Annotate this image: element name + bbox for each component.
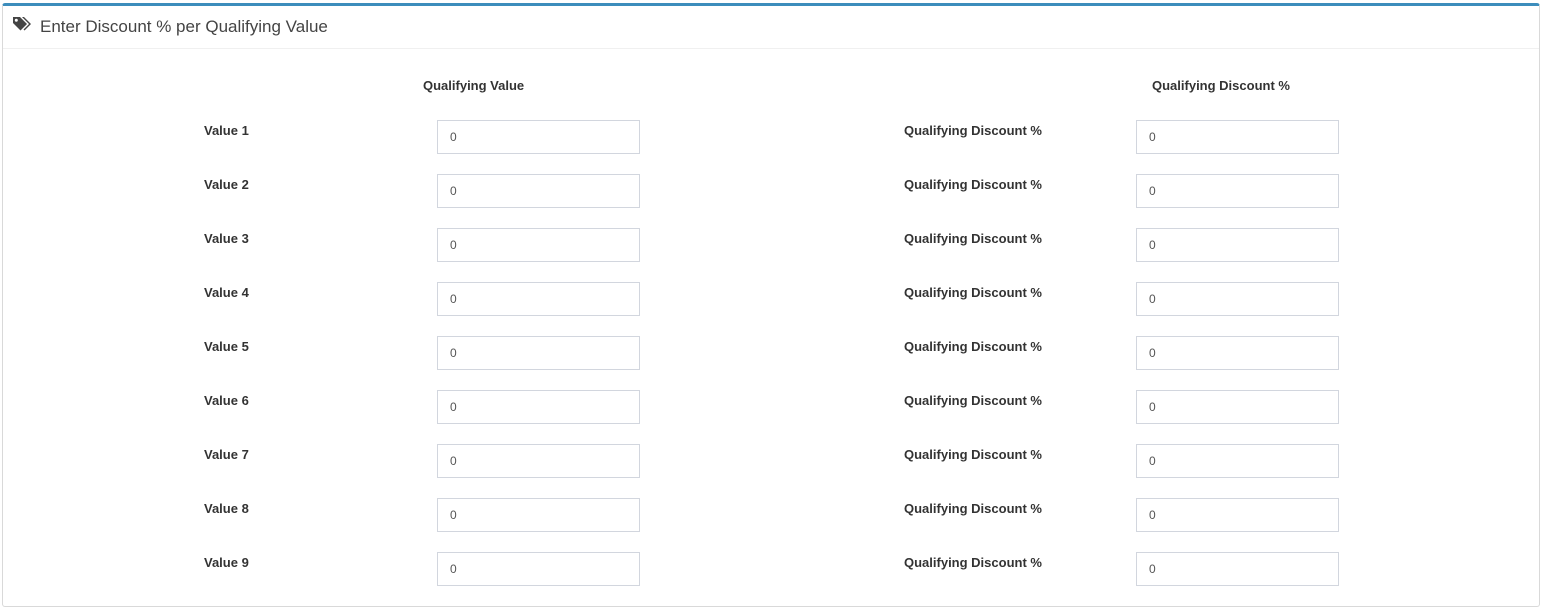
qualifying-value-input[interactable] xyxy=(437,282,640,316)
qualifying-discount-input[interactable] xyxy=(1136,498,1339,532)
qualifying-value-input[interactable] xyxy=(437,390,640,424)
qualifying-discount-input[interactable] xyxy=(1136,444,1339,478)
panel-header: Enter Discount % per Qualifying Value xyxy=(3,6,1539,49)
qualifying-value-input[interactable] xyxy=(437,120,640,154)
qualifying-discount-header: Qualifying Discount % xyxy=(1152,78,1290,93)
value-label: Value 7 xyxy=(204,447,249,462)
value-label: Value 1 xyxy=(204,123,249,138)
qualifying-discount-input[interactable] xyxy=(1136,120,1339,154)
discount-label: Qualifying Discount % xyxy=(904,285,1042,300)
qualifying-discount-input[interactable] xyxy=(1136,174,1339,208)
qualifying-value-input[interactable] xyxy=(437,552,640,586)
value-label: Value 4 xyxy=(204,285,249,300)
qualifying-value-input[interactable] xyxy=(437,498,640,532)
value-label: Value 5 xyxy=(204,339,249,354)
qualifying-value-input[interactable] xyxy=(437,336,640,370)
discount-panel: Enter Discount % per Qualifying Value Qu… xyxy=(2,3,1540,607)
tags-icon xyxy=(12,16,32,32)
qualifying-discount-input[interactable] xyxy=(1136,390,1339,424)
panel-title: Enter Discount % per Qualifying Value xyxy=(40,17,328,36)
discount-label: Qualifying Discount % xyxy=(904,123,1042,138)
discount-label: Qualifying Discount % xyxy=(904,177,1042,192)
discount-label: Qualifying Discount % xyxy=(904,447,1042,462)
value-label: Value 3 xyxy=(204,231,249,246)
qualifying-discount-input[interactable] xyxy=(1136,228,1339,262)
value-label: Value 6 xyxy=(204,393,249,408)
qualifying-discount-input[interactable] xyxy=(1136,552,1339,586)
discount-label: Qualifying Discount % xyxy=(904,501,1042,516)
qualifying-discount-input[interactable] xyxy=(1136,336,1339,370)
discount-label: Qualifying Discount % xyxy=(904,555,1042,570)
qualifying-value-header: Qualifying Value xyxy=(423,78,525,93)
discount-label: Qualifying Discount % xyxy=(904,231,1042,246)
value-label: Value 9 xyxy=(204,555,249,570)
qualifying-discount-input[interactable] xyxy=(1136,282,1339,316)
qualifying-value-input[interactable] xyxy=(437,174,640,208)
discount-label: Qualifying Discount % xyxy=(904,339,1042,354)
discount-label: Qualifying Discount % xyxy=(904,393,1042,408)
value-label: Value 2 xyxy=(204,177,249,192)
qualifying-value-input[interactable] xyxy=(437,444,640,478)
qualifying-value-input[interactable] xyxy=(437,228,640,262)
value-label: Value 8 xyxy=(204,501,249,516)
